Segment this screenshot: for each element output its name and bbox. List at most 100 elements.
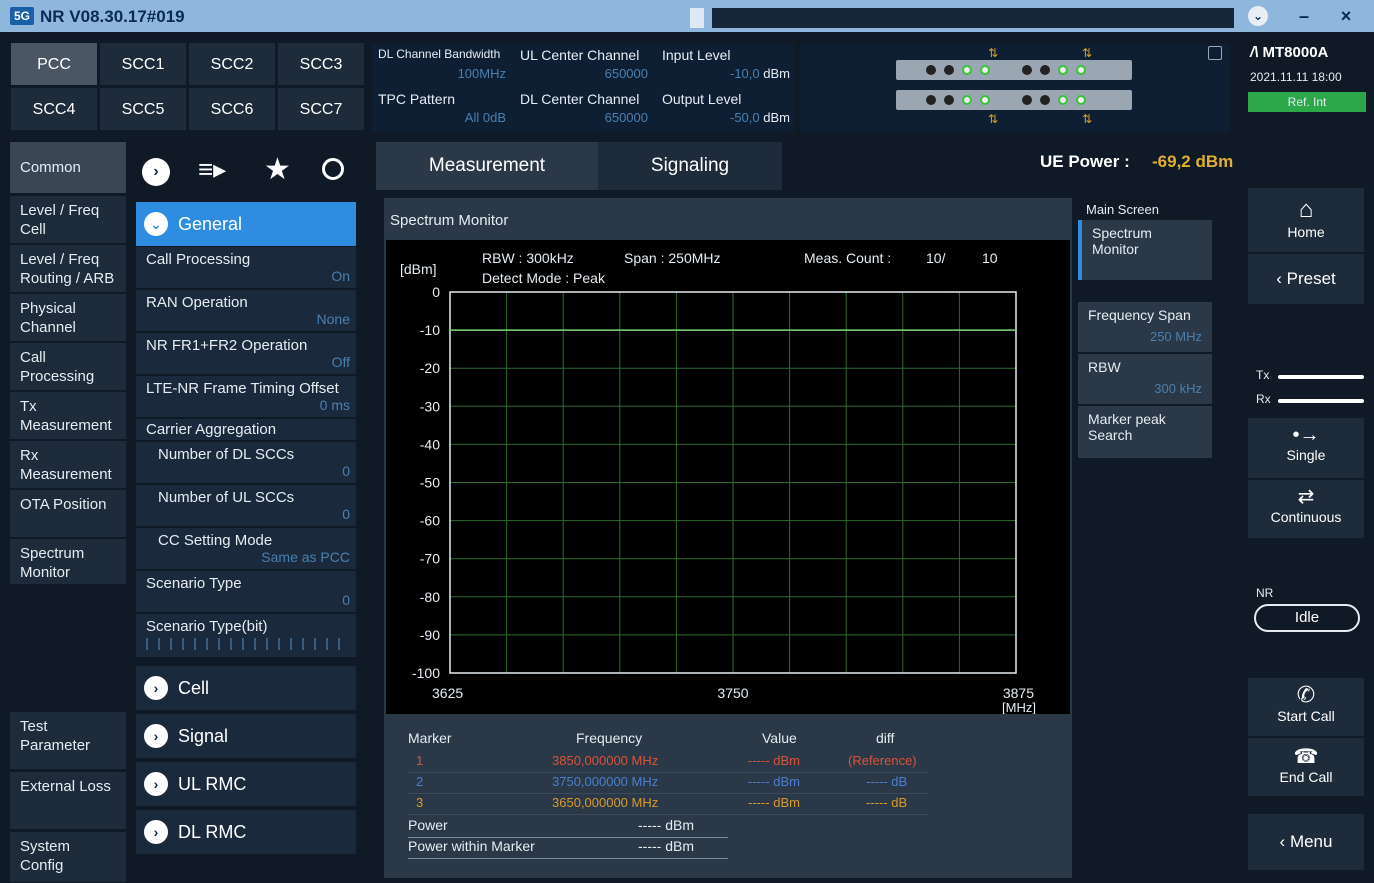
title-bar-block: [690, 8, 704, 28]
section-ul-rmc[interactable]: › UL RMC: [136, 762, 356, 806]
tab-scc6[interactable]: SCC6: [188, 87, 276, 131]
hang-up-icon: ☎: [1293, 746, 1319, 768]
nav-item-level-freq-cell[interactable]: Level / Freq Cell: [10, 196, 126, 244]
section-signal[interactable]: › Signal: [136, 714, 356, 758]
port-dot-green: [980, 65, 990, 75]
collapse-icon[interactable]: ⌄: [1246, 4, 1270, 28]
ref-int-badge: Ref. Int: [1248, 92, 1366, 112]
setting-dl-sccs[interactable]: Number of DL SCCs 0: [136, 442, 356, 484]
tab-signaling[interactable]: Signaling: [598, 142, 782, 190]
section-cell[interactable]: › Cell: [136, 666, 356, 710]
setting-value: Same as PCC: [261, 549, 350, 565]
port-dot-green: [1058, 65, 1068, 75]
setting-cc-mode[interactable]: CC Setting Mode Same as PCC: [136, 528, 356, 570]
nr-label: NR: [1256, 586, 1274, 600]
nav-item-call-processing[interactable]: Call Processing: [10, 343, 126, 391]
end-call-button[interactable]: ☎ End Call: [1248, 738, 1364, 796]
param-output-level-unit: dBm: [763, 110, 790, 125]
y-tick-label: -40: [420, 436, 440, 452]
port-dot: [944, 95, 954, 105]
softkey-marker-peak[interactable]: Marker peak Search: [1078, 406, 1212, 458]
tab-scc4[interactable]: SCC4: [10, 87, 98, 131]
param-tpc[interactable]: TPC Pattern All 0dB: [372, 88, 512, 132]
nav-item-ota-position[interactable]: OTA Position: [10, 490, 126, 538]
list-play-icon[interactable]: ≡▸: [198, 154, 226, 185]
section-general[interactable]: ⌄ General: [136, 202, 356, 246]
continuous-button[interactable]: ⇄ Continuous: [1248, 480, 1364, 538]
tab-scc1[interactable]: SCC1: [99, 42, 187, 86]
spectrum-plot: RBW : 300kHz Span : 250MHz Detect Mode :…: [386, 240, 1070, 714]
home-icon: ⌂: [1298, 196, 1314, 223]
marker-freq: 3750,000000 MHz: [552, 774, 659, 789]
nav-item-level-freq-routing[interactable]: Level / Freq Routing / ARB: [10, 245, 126, 293]
nav-item-physical-channel[interactable]: Physical Channel: [10, 294, 126, 342]
start-call-button[interactable]: ✆ Start Call: [1248, 678, 1364, 736]
tab-scc5[interactable]: SCC5: [99, 87, 187, 131]
ue-power-value: -69,2 dBm: [1152, 152, 1234, 171]
minimize-icon[interactable]: –: [1292, 4, 1316, 28]
settings-column: › ≡▸ ★ ⌄ General Call Processing On RAN …: [130, 140, 360, 883]
close-icon[interactable]: ×: [1334, 4, 1358, 28]
tab-scc7[interactable]: SCC7: [277, 87, 365, 131]
nav-common[interactable]: Common: [10, 142, 126, 194]
x-tick-label: 3625: [432, 685, 463, 701]
param-dl-cc[interactable]: DL Center Channel 650000: [514, 88, 654, 132]
nav-item-system-config[interactable]: System Config: [10, 832, 126, 883]
marker-row[interactable]: 3 3650,000000 MHz ----- dBm ----- dB: [408, 794, 928, 815]
param-dl-bw[interactable]: DL Channel Bandwidth 100MHz: [372, 44, 512, 88]
menu-label: Menu: [1289, 832, 1333, 851]
menu-button[interactable]: ‹ Menu: [1248, 814, 1364, 870]
y-axis-label: [dBm]: [400, 261, 437, 277]
section-label: UL RMC: [178, 774, 247, 794]
single-button[interactable]: •→ Single: [1248, 418, 1364, 478]
setting-ran-operation[interactable]: RAN Operation None: [136, 290, 356, 332]
port-dot-green: [1058, 95, 1068, 105]
softkey-spectrum-monitor[interactable]: Spectrum Monitor: [1078, 220, 1212, 280]
nav-item-tx-measurement[interactable]: Tx Measurement: [10, 392, 126, 440]
chevron-left-icon: ‹: [1276, 269, 1282, 288]
carrier-aggregation-header: Carrier Aggregation: [136, 419, 356, 441]
tab-pcc[interactable]: PCC: [10, 42, 98, 86]
param-input-level[interactable]: Input Level -10,0 dBm: [656, 44, 796, 88]
port-dot: [1022, 95, 1032, 105]
hardware-panel: ⇅ ⇅ ⇅ ⇅: [800, 44, 1230, 132]
section-label: Cell: [178, 678, 210, 698]
param-ul-cc[interactable]: UL Center Channel 650000: [514, 44, 654, 88]
setting-nr-fr1-fr2[interactable]: NR FR1+FR2 Operation Off: [136, 333, 356, 375]
preset-button[interactable]: ‹ Preset: [1248, 254, 1364, 304]
setting-label: Scenario Type: [146, 575, 242, 592]
setting-ul-sccs[interactable]: Number of UL SCCs 0: [136, 485, 356, 527]
chevron-left-icon: ‹: [1279, 832, 1286, 851]
setting-label: Scenario Type(bit): [146, 618, 268, 635]
tab-scc2[interactable]: SCC2: [188, 42, 276, 86]
nav-item-rx-measurement[interactable]: Rx Measurement: [10, 441, 126, 489]
setting-scenario-bits[interactable]: Scenario Type(bit): [136, 614, 356, 658]
param-output-level[interactable]: Output Level -50,0 dBm: [656, 88, 796, 132]
section-dl-rmc[interactable]: › DL RMC: [136, 810, 356, 854]
home-button[interactable]: ⌂ Home: [1248, 188, 1364, 252]
marker-diff: (Reference): [848, 753, 917, 768]
tab-scc3[interactable]: SCC3: [277, 42, 365, 86]
softkey-rbw[interactable]: RBW 300 kHz: [1078, 354, 1212, 404]
tab-measurement[interactable]: Measurement: [376, 142, 598, 190]
app-logo: 5G: [10, 7, 34, 25]
y-tick-label: -90: [420, 627, 440, 643]
setting-scenario-type[interactable]: Scenario Type 0: [136, 571, 356, 613]
setting-lte-nr-timing[interactable]: LTE-NR Frame Timing Offset 0 ms: [136, 376, 356, 418]
next-icon[interactable]: ›: [142, 158, 170, 186]
marker-diff: ----- dB: [866, 795, 908, 810]
softkey-frequency-span[interactable]: Frequency Span 250 MHz: [1078, 302, 1212, 352]
setting-value: Off: [331, 354, 350, 370]
nav-item-spectrum-monitor[interactable]: Spectrum Monitor: [10, 539, 126, 585]
star-icon[interactable]: ★: [264, 152, 291, 187]
setting-call-processing[interactable]: Call Processing On: [136, 247, 356, 289]
marker-row[interactable]: 1 3850,000000 MHz ----- dBm (Reference): [408, 752, 928, 773]
y-tick-label: 0: [432, 284, 440, 300]
nav-item-external-loss[interactable]: External Loss: [10, 772, 126, 830]
marker-row[interactable]: 2 3750,000000 MHz ----- dBm ----- dB: [408, 773, 928, 794]
nav-item-test-parameter[interactable]: Test Parameter: [10, 712, 126, 770]
search-icon[interactable]: [322, 158, 344, 180]
marker-table: Marker Frequency Value diff 1 3850,00000…: [386, 724, 1070, 874]
zoom-icon[interactable]: [1208, 46, 1222, 60]
port-dot-green: [1076, 65, 1086, 75]
